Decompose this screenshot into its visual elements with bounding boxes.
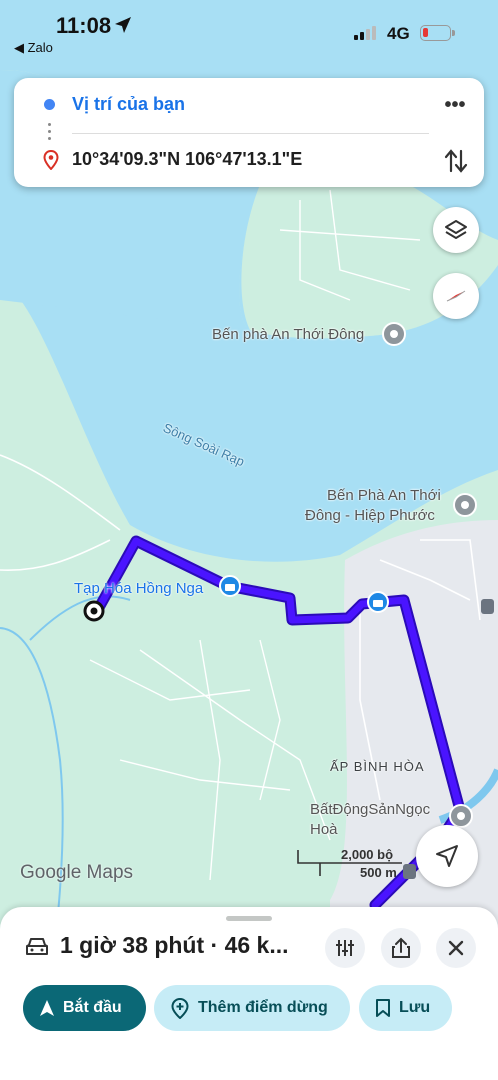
add-stop-button[interactable]: Thêm điểm dừng <box>154 985 350 1031</box>
destination-field[interactable]: 10°34'09.3"N 106°47'13.1"E <box>72 149 302 170</box>
battery-icon <box>420 25 455 41</box>
more-vert-icon[interactable]: ••• <box>440 93 470 117</box>
add-stop-label: Thêm điểm dừng <box>198 999 328 1016</box>
my-location-button[interactable] <box>416 825 478 887</box>
google-maps-watermark: Google Maps <box>20 862 134 883</box>
current-location-icon <box>44 99 55 110</box>
sheet-drag-handle[interactable] <box>226 916 272 921</box>
poi-shop-icon <box>219 575 241 597</box>
car-icon <box>26 938 48 955</box>
scale-imperial: 2,000 bộ <box>341 847 394 862</box>
close-button[interactable] <box>436 928 476 968</box>
navigation-arrow-icon <box>436 845 458 867</box>
field-divider <box>72 133 429 134</box>
network-type: 4G <box>387 24 410 43</box>
route-options-button[interactable] <box>325 928 365 968</box>
ferry-pin-icon <box>382 322 406 346</box>
map-label-ferry-2b: Đông - Hiệp Phước <box>305 507 435 524</box>
start-button[interactable]: Bắt đầu <box>23 985 146 1031</box>
map-label-ferry: Bến phà An Thới Đông <box>212 326 365 343</box>
status-bar: 11:08 ◀ Zalo 4G <box>0 0 498 60</box>
compass-button[interactable] <box>433 273 479 319</box>
status-time: 11:08 <box>56 13 112 38</box>
realestate-pin-icon <box>449 804 473 828</box>
compass-icon <box>446 290 466 302</box>
map-label-realestate-a: BấtĐộngSảnNgọc <box>310 801 431 818</box>
navigation-icon <box>40 1000 54 1016</box>
tune-icon <box>336 940 354 956</box>
scale-metric: 500 m <box>360 865 397 880</box>
map-scale: 2,000 bộ 500 m <box>296 846 416 880</box>
share-icon <box>392 937 410 958</box>
save-label: Lưu <box>399 999 431 1016</box>
layers-icon <box>445 220 467 239</box>
back-to-app-link[interactable]: ◀ Zalo <box>14 40 53 56</box>
map-label-village: ẤP BÌNH HÒA <box>330 759 425 774</box>
origin-field[interactable]: Vị trí của bạn <box>72 94 185 115</box>
save-button[interactable]: Lưu <box>359 985 452 1031</box>
signal-icon <box>354 26 376 40</box>
map-label-ferry-2a: Bến Phà An Thới <box>327 487 441 504</box>
bookmark-icon <box>376 999 390 1017</box>
destination-pin-icon <box>43 150 59 170</box>
start-label: Bắt đầu <box>63 999 122 1016</box>
poi-shop-icon-2 <box>367 591 389 613</box>
add-location-icon <box>171 997 189 1019</box>
location-arrow-icon <box>115 17 131 33</box>
swap-icon[interactable] <box>444 148 468 174</box>
map-label-shop: Tạp Hóa Hồng Nga <box>74 580 204 597</box>
layers-button[interactable] <box>433 207 479 253</box>
bus-icon <box>481 599 494 614</box>
map-label-realestate-b: Hoà <box>310 821 338 838</box>
origin-marker <box>83 600 105 622</box>
ferry-pin-icon-2 <box>453 493 477 517</box>
route-summary: 1 giờ 38 phút · 46 k... <box>60 932 289 958</box>
close-icon <box>448 940 464 956</box>
route-connector-icon <box>48 123 51 144</box>
share-button[interactable] <box>381 928 421 968</box>
